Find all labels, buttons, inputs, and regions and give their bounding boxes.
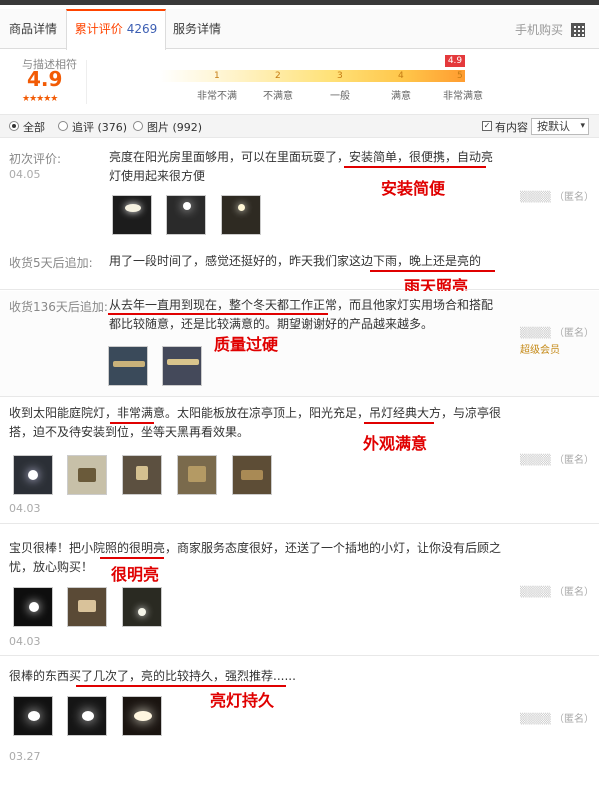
review-photo[interactable] — [122, 696, 162, 736]
reviewer-name: ▒▒▒▒ （匿名） — [520, 328, 594, 339]
review-item: 初次评价: 04.05 亮度在阳光房里面够用，可以在里面玩耍了，安装简单，很便携… — [0, 139, 599, 296]
mobile-buy-link[interactable]: 手机购买 — [515, 21, 563, 38]
tab-reviews-label: 累计评价 — [74, 22, 123, 36]
review-text-line: 灯使用起来很方便 — [109, 169, 206, 183]
scale-tick-5: 5 — [457, 71, 463, 81]
scale-tick-2: 2 — [275, 71, 281, 81]
scale-label-3: 一般 — [330, 91, 350, 102]
scale-tick-4: 4 — [398, 71, 404, 81]
has-content-label[interactable]: 有内容 — [495, 119, 528, 135]
initial-review-label: 初次评价: — [9, 152, 62, 166]
scale-tick-3: 3 — [337, 71, 343, 81]
highlight-underline — [110, 422, 154, 424]
review-photo[interactable] — [177, 455, 217, 495]
qr-code-icon[interactable] — [571, 23, 585, 37]
review-text-line: 宝贝很棒！把小院照的很明亮，商家服务态度很好，还送了一个插地的小灯，让你没有后顾… — [9, 541, 502, 555]
review-photo[interactable] — [67, 696, 107, 736]
scale-label-1: 非常不满 — [197, 91, 237, 102]
highlight-annotation: 很明亮 — [111, 565, 160, 584]
scale-label-4: 满意 — [391, 91, 411, 102]
review-date: 04.05 — [9, 168, 41, 181]
review-text: 从去年一直用到现在，整个冬天都工作正常，而且他家灯实用场合和搭配 都比较随意，还… — [109, 296, 519, 334]
tab-reviews[interactable]: 累计评价 4269 — [66, 9, 166, 50]
super-member-badge: 超级会员 — [520, 345, 560, 356]
review-item: 收货136天后追加: 从去年一直用到现在，整个冬天都工作正常，而且他家灯实用场合… — [0, 291, 599, 397]
sort-select[interactable]: 按默认 — [531, 118, 589, 135]
filter-images-radio[interactable] — [133, 121, 143, 131]
filter-all-radio[interactable] — [9, 121, 19, 131]
review-text: 宝贝很棒！把小院照的很明亮，商家服务态度很好，还送了一个插地的小灯，让你没有后顾… — [9, 539, 509, 577]
review-photo[interactable] — [232, 455, 272, 495]
review-filter-bar: 全部 追评 (376) 图片 (992) ✓ 有内容 按默认 — [0, 114, 599, 138]
score-stars: ★★★★★ — [22, 94, 58, 104]
highlight-underline — [100, 557, 164, 559]
rating-scale-bar — [160, 70, 465, 82]
reviewer-name: ▒▒▒▒ （匿名） — [520, 587, 594, 598]
highlight-underline — [370, 270, 495, 272]
review-text-line: 亮度在阳光房里面够用，可以在里面玩耍了，安装简单，很便携，自动亮 — [109, 150, 494, 164]
rating-summary: 与描述相符 4.9 ★★★★★ 4.9 1 2 3 4 5 非常不满 不满意 一… — [0, 50, 599, 110]
review-date: 04.03 — [9, 635, 41, 648]
highlight-annotation: 安装简便 — [381, 179, 446, 198]
review-photo[interactable] — [13, 455, 53, 495]
tab-reviews-count: 4269 — [126, 22, 158, 36]
tab-product-details[interactable]: 商品详情 — [0, 9, 66, 49]
filter-images-label[interactable]: 图片 (992) — [147, 119, 202, 135]
highlight-underline — [364, 422, 434, 424]
review-date: 04.03 — [9, 502, 41, 515]
review-photo[interactable] — [166, 195, 206, 235]
score-value: 4.9 — [27, 67, 63, 91]
review-text: 很棒的东西买了几次了，亮的比较持久，强烈推荐...... — [9, 669, 296, 683]
highlight-annotation: 外观满意 — [363, 434, 428, 453]
followup-text: 用了一段时间了，感觉还挺好的，昨天我们家这边下雨，晚上还是亮的 — [109, 254, 482, 268]
review-photo[interactable] — [112, 195, 152, 235]
review-text: 收到太阳能庭院灯，非常满意。太阳能板放在凉亭顶上，阳光充足，吊灯经典大方，与凉亭… — [9, 404, 509, 442]
review-text-line: 忧，放心购买！ — [9, 560, 94, 574]
highlight-annotation: 质量过硬 — [214, 335, 279, 354]
review-photo[interactable] — [122, 587, 162, 627]
has-content-checkbox[interactable]: ✓ — [482, 121, 492, 131]
review-photo[interactable] — [13, 696, 53, 736]
reviewer-name: ▒▒▒▒ （匿名） — [520, 192, 594, 203]
scale-label-5: 非常满意 — [443, 91, 483, 102]
filter-followups-label[interactable]: 追评 (376) — [72, 119, 127, 135]
scale-label-2: 不满意 — [263, 91, 293, 102]
review-text-line: 搭，迫不及待安装到位，坐等天黑再看效果。 — [9, 425, 250, 439]
review-photo[interactable] — [221, 195, 261, 235]
reviewer-name: ▒▒▒▒ （匿名） — [520, 714, 594, 725]
followup-label: 收货5天后追加: — [9, 256, 93, 270]
tab-service-details[interactable]: 服务详情 — [166, 9, 228, 49]
review-item: 收到太阳能庭院灯，非常满意。太阳能板放在凉亭顶上，阳光充足，吊灯经典大方，与凉亭… — [0, 398, 599, 524]
divider — [86, 60, 87, 104]
review-photo[interactable] — [67, 455, 107, 495]
review-date: 03.27 — [9, 750, 41, 763]
review-item: 宝贝很棒！把小院照的很明亮，商家服务态度很好，还送了一个插地的小灯，让你没有后顾… — [0, 525, 599, 656]
review-text-line: 收到太阳能庭院灯，非常满意。太阳能板放在凉亭顶上，阳光充足，吊灯经典大方，与凉亭… — [9, 406, 502, 420]
scale-tick-1: 1 — [214, 71, 220, 81]
tab-bar: 商品详情 累计评价 4269 服务详情 手机购买 — [0, 9, 599, 50]
review-item: 很棒的东西买了几次了，亮的比较持久，强烈推荐...... 亮灯持久 03.27 … — [0, 657, 599, 800]
highlight-annotation: 亮灯持久 — [210, 691, 275, 710]
review-photo[interactable] — [108, 346, 148, 386]
review-text-line: 都比较随意，还是比较满意的。期望谢谢好的产品越来越多。 — [109, 317, 434, 331]
filter-all-label[interactable]: 全部 — [23, 119, 45, 135]
filter-followups-radio[interactable] — [58, 121, 68, 131]
score-badge: 4.9 — [445, 55, 465, 67]
review-photo[interactable] — [122, 455, 162, 495]
highlight-underline — [108, 313, 328, 315]
followup-label: 收货136天后追加: — [9, 300, 108, 314]
highlight-underline — [344, 166, 486, 168]
reviewer-name: ▒▒▒▒ （匿名） — [520, 455, 594, 466]
top-strip — [0, 0, 599, 5]
review-photo[interactable] — [67, 587, 107, 627]
review-photo[interactable] — [162, 346, 202, 386]
review-photo[interactable] — [13, 587, 53, 627]
